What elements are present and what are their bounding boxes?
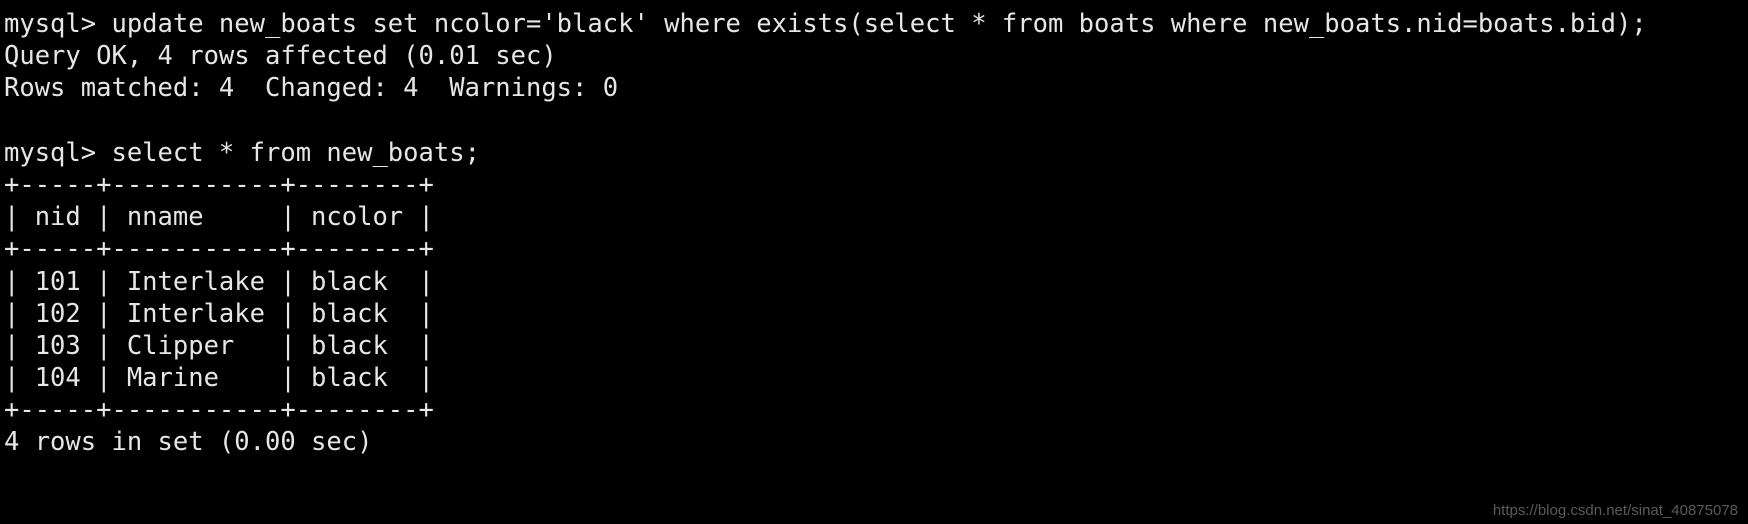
table-header-row: | nid | nname | ncolor | [4, 202, 434, 233]
table-row: | 103 | Clipper | black | [4, 330, 434, 361]
watermark-url: https://blog.csdn.net/sinat_40875078 [1492, 502, 1738, 519]
terminal-line: Rows matched: 4 Changed: 4 Warnings: 0 [4, 73, 619, 104]
table-border-bottom: +-----+-----------+--------+ [4, 395, 434, 426]
result-summary: 4 rows in set (0.00 sec) [4, 427, 373, 458]
terminal-line: Query OK, 4 rows affected (0.01 sec) [4, 41, 557, 72]
table-border-top: +-----+-----------+--------+ [4, 169, 434, 200]
terminal-line: mysql> select * from new_boats; [4, 137, 480, 168]
table-border-header: +-----+-----------+--------+ [4, 234, 434, 265]
table-row: | 104 | Marine | black | [4, 363, 434, 394]
terminal-window[interactable]: mysql> update new_boats set ncolor='blac… [0, 0, 1748, 524]
terminal-line: mysql> update new_boats set ncolor='blac… [4, 9, 1647, 39]
table-row: | 101 | Interlake | black | [4, 266, 434, 297]
table-row: | 102 | Interlake | black | [4, 298, 434, 329]
